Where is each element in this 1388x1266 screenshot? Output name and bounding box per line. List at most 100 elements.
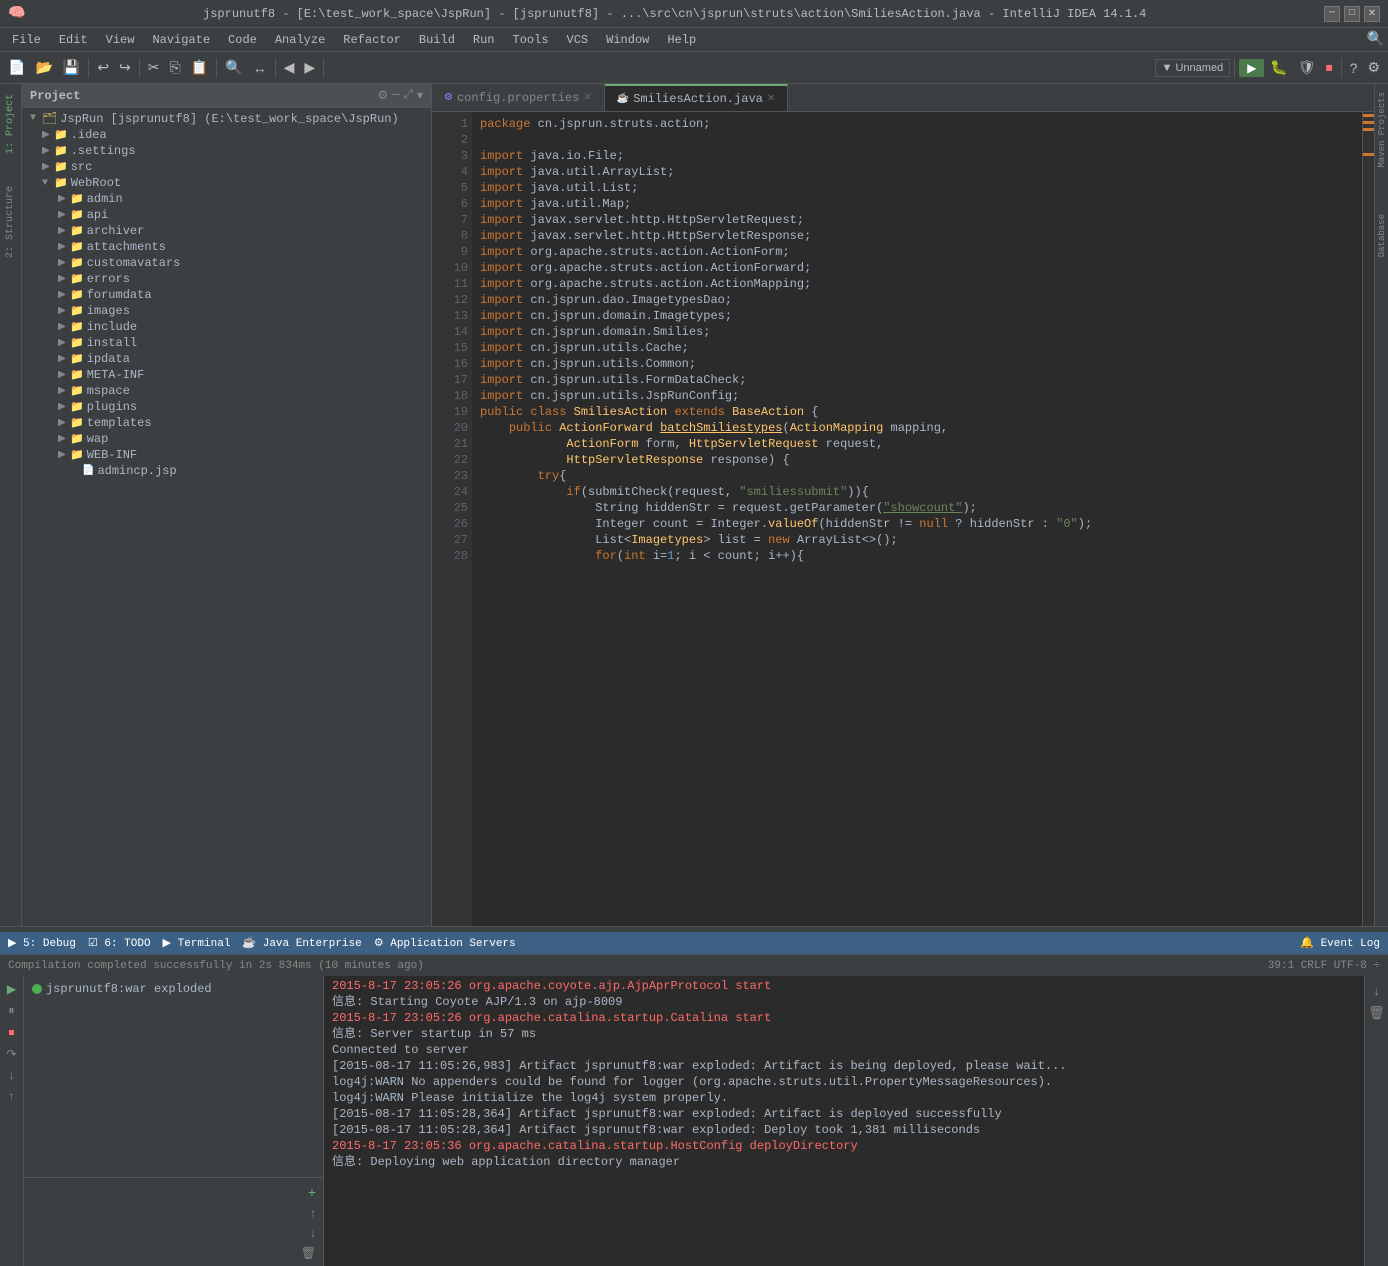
toolbar-open-button[interactable]: 📂 <box>31 57 56 78</box>
database-tab[interactable]: Database <box>1375 206 1388 265</box>
app-servers-link[interactable]: ⚙ Application Servers <box>374 936 516 950</box>
project-settings-icon[interactable]: ⚙ <box>377 88 388 103</box>
toolbar-new-button[interactable]: 📄 <box>4 57 29 78</box>
tree-item-settings[interactable]: ▶ 📁 .settings <box>22 143 431 159</box>
minimize-button[interactable]: ─ <box>1324 6 1340 22</box>
search-everywhere-icon[interactable]: 🔍 <box>1367 31 1384 48</box>
run-config-selector[interactable]: ▼ Unnamed <box>1155 59 1231 77</box>
tree-item-src[interactable]: ▶ 📁 src <box>22 159 431 175</box>
tree-item-webinf[interactable]: ▶ 📁 WEB-INF <box>22 447 431 463</box>
terminal-status-link[interactable]: ▶ Terminal <box>163 936 231 950</box>
toolbar-redo-button[interactable]: ↪ <box>115 57 135 78</box>
settings-arrow: ▶ <box>42 145 54 157</box>
help-button[interactable]: ? <box>1346 58 1362 78</box>
settings-button[interactable]: ⚙ <box>1363 57 1384 78</box>
menu-bar: File Edit View Navigate Code Analyze Ref… <box>0 28 1388 52</box>
menu-help[interactable]: Help <box>659 31 704 49</box>
maximize-button[interactable]: □ <box>1344 6 1360 22</box>
menu-refactor[interactable]: Refactor <box>335 31 409 49</box>
tab-config-properties[interactable]: ⚙ config.properties ✕ <box>432 84 605 111</box>
close-button[interactable]: ✕ <box>1364 6 1380 22</box>
tree-item-templates[interactable]: ▶ 📁 templates <box>22 415 431 431</box>
todo-status-link[interactable]: ☑ 6: TODO <box>88 936 151 950</box>
menu-file[interactable]: File <box>4 31 49 49</box>
debug-step-over-btn[interactable]: ↷ <box>3 1045 19 1063</box>
project-gear-icon[interactable]: ▾ <box>417 88 423 103</box>
deploy-remove-btn[interactable]: 🗑 <box>298 1244 319 1262</box>
menu-build[interactable]: Build <box>411 31 463 49</box>
code-editor[interactable]: package cn.jsprun.struts.action; import … <box>472 112 1362 926</box>
maven-projects-tab[interactable]: Maven Projects <box>1375 84 1388 176</box>
tree-item-customavatars[interactable]: ▶ 📁 customavatars <box>22 255 431 271</box>
run-button[interactable]: ▶ <box>1239 59 1264 77</box>
project-collapse-icon[interactable]: ─ <box>392 88 399 103</box>
debug-stop-btn[interactable]: ⏹ <box>5 1023 17 1042</box>
menu-view[interactable]: View <box>98 31 143 49</box>
debug-pause-btn[interactable]: ⏸ <box>5 1001 17 1020</box>
debug-status-link[interactable]: ▶ 5: Debug <box>8 936 76 950</box>
toolbar-save-button[interactable]: 💾 <box>59 57 84 78</box>
deploy-add-btn[interactable]: + <box>305 1182 319 1202</box>
tree-item-archiver[interactable]: ▶ 📁 archiver <box>22 223 431 239</box>
toolbar-find-button[interactable]: 🔍 <box>221 57 246 78</box>
toolbar-copy-button[interactable]: ⎘ <box>166 57 185 78</box>
toolbar-undo-button[interactable]: ↩ <box>93 57 113 78</box>
debug-resume-btn[interactable]: ▶ <box>4 980 19 998</box>
tab-smilies-action[interactable]: ☕ SmiliesAction.java ✕ <box>605 84 788 111</box>
structure-panel-tab[interactable]: 2: Structure <box>4 180 17 264</box>
tree-item-idea[interactable]: ▶ 📁 .idea <box>22 127 431 143</box>
tree-item-attachments[interactable]: ▶ 📁 attachments <box>22 239 431 255</box>
output-clear-btn[interactable]: 🗑 <box>1365 1003 1388 1023</box>
project-panel-title: Project <box>30 89 80 103</box>
toolbar-forward-button[interactable]: ▶ <box>300 57 319 78</box>
tree-item-admin[interactable]: ▶ 📁 admin <box>22 191 431 207</box>
menu-run[interactable]: Run <box>465 31 503 49</box>
coverage-button[interactable]: 🛡 <box>1294 57 1320 78</box>
deploy-down-btn[interactable]: ↓ <box>307 1224 319 1242</box>
tree-item-forumdata[interactable]: ▶ 📁 forumdata <box>22 287 431 303</box>
debug-button[interactable]: 🐛 <box>1266 57 1291 78</box>
tree-item-wap[interactable]: ▶ 📁 wap <box>22 431 431 447</box>
menu-window[interactable]: Window <box>598 31 657 49</box>
customavatars-folder-icon: 📁 <box>70 256 84 270</box>
smilies-tab-close[interactable]: ✕ <box>767 93 775 105</box>
toolbar-back-button[interactable]: ◀ <box>280 57 299 78</box>
output-line-9: [2015-08-17 11:05:28,364] Artifact jspru… <box>332 1106 1356 1122</box>
menu-edit[interactable]: Edit <box>51 31 96 49</box>
tree-item-mspace[interactable]: ▶ 📁 mspace <box>22 383 431 399</box>
menu-analyze[interactable]: Analyze <box>267 31 333 49</box>
tree-item-images[interactable]: ▶ 📁 images <box>22 303 431 319</box>
tree-item-plugins[interactable]: ▶ 📁 plugins <box>22 399 431 415</box>
stop-button[interactable]: ⏹ <box>1322 57 1337 78</box>
status-bar-right: 🔔 Event Log <box>1300 936 1380 950</box>
java-enterprise-link[interactable]: ☕ Java Enterprise <box>242 936 361 950</box>
tree-item-admincp[interactable]: 📄 admincp.jsp <box>22 463 431 479</box>
tree-item-include[interactable]: ▶ 📁 include <box>22 319 431 335</box>
code-line-2 <box>480 132 1354 148</box>
tree-item-webroot[interactable]: ▼ 📁 WebRoot <box>22 175 431 191</box>
tree-item-metainf[interactable]: ▶ 📁 META-INF <box>22 367 431 383</box>
event-log-link[interactable]: 🔔 Event Log <box>1300 938 1380 950</box>
toolbar-cut-button[interactable]: ✂ <box>144 57 164 78</box>
project-panel-tab[interactable]: 1: Project <box>4 88 17 160</box>
debug-step-out-btn[interactable]: ↑ <box>6 1087 18 1105</box>
output-line-11: 2015-8-17 23:05:36 org.apache.catalina.s… <box>332 1138 1356 1154</box>
config-tab-close[interactable]: ✕ <box>583 92 591 104</box>
tree-item-ipdata[interactable]: ▶ 📁 ipdata <box>22 351 431 367</box>
deploy-item-war[interactable]: jsprunutf8:war exploded <box>28 980 319 998</box>
menu-navigate[interactable]: Navigate <box>144 31 218 49</box>
settings-label: .settings <box>71 144 136 158</box>
toolbar-replace-button[interactable]: ↔ <box>249 58 271 78</box>
tree-item-errors[interactable]: ▶ 📁 errors <box>22 271 431 287</box>
tree-item-install[interactable]: ▶ 📁 install <box>22 335 431 351</box>
menu-tools[interactable]: Tools <box>505 31 557 49</box>
toolbar-paste-button[interactable]: 📋 <box>187 57 212 78</box>
tree-item-api[interactable]: ▶ 📁 api <box>22 207 431 223</box>
debug-step-into-btn[interactable]: ↓ <box>6 1066 18 1084</box>
output-scroll-down-btn[interactable]: ↓ <box>1370 981 1383 1000</box>
deploy-up-btn[interactable]: ↑ <box>307 1204 319 1222</box>
menu-vcs[interactable]: VCS <box>559 31 597 49</box>
menu-code[interactable]: Code <box>220 31 265 49</box>
project-expand-icon[interactable]: ⤢ <box>403 88 413 103</box>
tree-root[interactable]: ▼ 🗂 JspRun [jsprunutf8] (E:\test_work_sp… <box>22 110 431 127</box>
